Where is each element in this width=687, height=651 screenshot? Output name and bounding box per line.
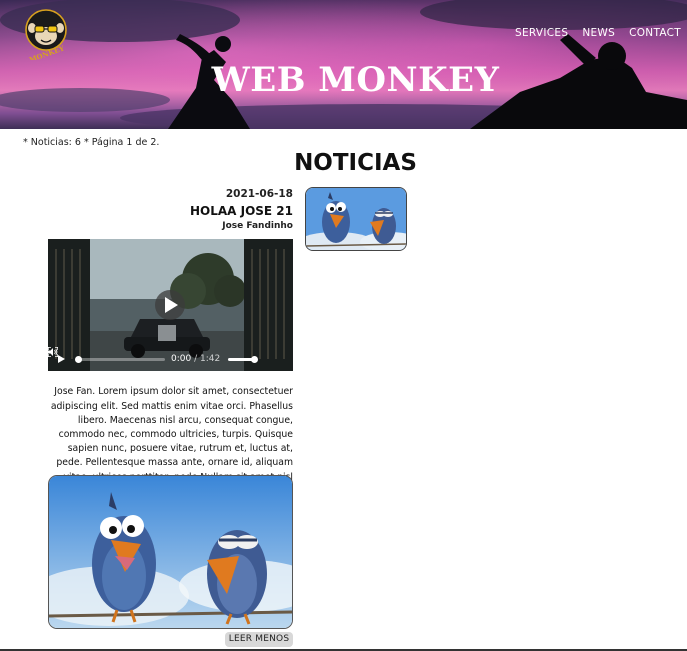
section-title: NOTICIAS — [294, 150, 417, 176]
hero-banner: MONKEY SERVICES NEWS CONTACT WEB MONKEY — [0, 0, 687, 129]
news-post-header: 2021-06-18 HOLAA JOSE 21 Jose Fandinho — [48, 186, 293, 231]
post-title: HOLAA JOSE 21 — [189, 204, 293, 218]
progress-handle[interactable] — [75, 355, 82, 363]
pagination-info: * Noticias: 6 * Página 1 de 2. — [23, 137, 160, 148]
post-author: Jose Fandinho — [222, 221, 293, 231]
site-title: WEB MONKEY — [211, 60, 500, 100]
post-thumbnail[interactable] — [305, 187, 407, 251]
play-icon[interactable] — [58, 355, 65, 363]
nav-link-services[interactable]: SERVICES — [515, 27, 568, 39]
volume-handle[interactable] — [251, 355, 259, 363]
monkey-logo-icon[interactable]: MONKEY — [22, 6, 70, 60]
fullscreen-icon[interactable] — [48, 347, 58, 357]
post-date: 2021-06-18 — [225, 188, 293, 200]
video-time: 0:00 / 1:42 — [171, 354, 221, 364]
nav-link-contact[interactable]: CONTACT — [629, 27, 681, 39]
video-progress-bar[interactable] — [75, 355, 165, 363]
video-player[interactable]: 0:00 / 1:42 — [48, 239, 293, 371]
total-time: 1:42 — [200, 354, 221, 364]
current-time: 0:00 — [171, 354, 192, 364]
video-controls: 0:00 / 1:42 — [48, 347, 293, 371]
read-less-button[interactable]: LEER MENOS — [225, 632, 293, 647]
main-nav: SERVICES NEWS CONTACT — [515, 27, 681, 39]
post-image-birds — [48, 475, 293, 629]
volume-slider[interactable] — [228, 355, 259, 363]
nav-link-news[interactable]: NEWS — [582, 27, 615, 39]
